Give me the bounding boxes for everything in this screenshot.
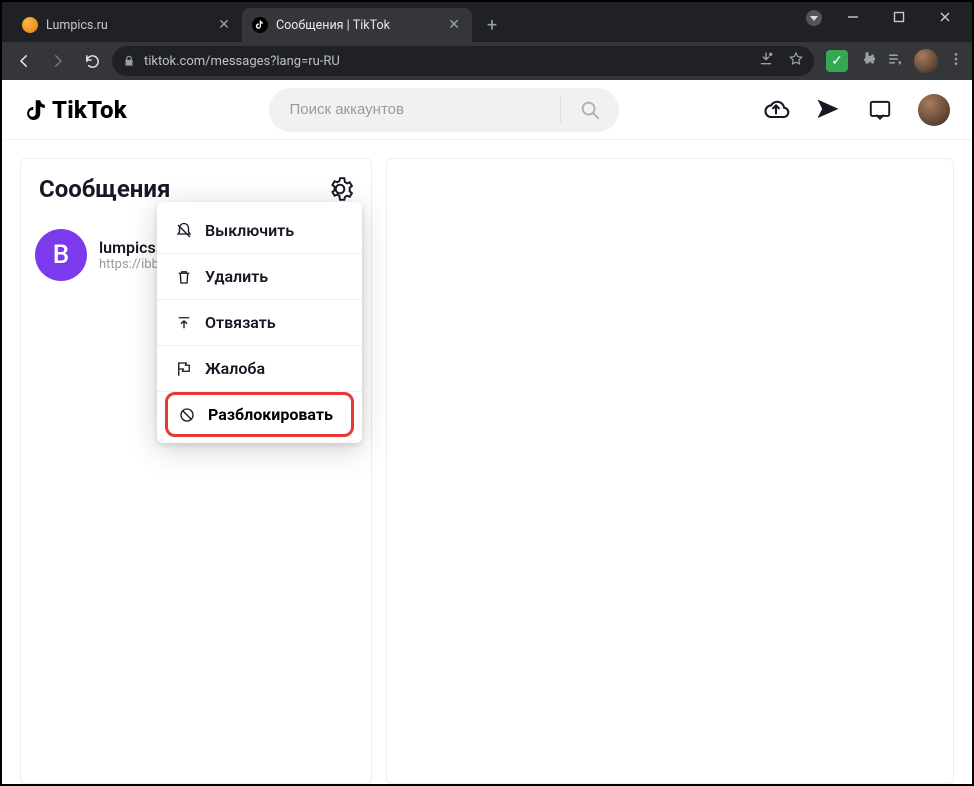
menu-mute[interactable]: Выключить — [157, 208, 362, 254]
menu-unpin-label: Отвязать — [205, 313, 276, 332]
extensions-row: ✓ — [820, 49, 964, 73]
tiktok-header: TikTok — [2, 80, 972, 140]
media-control-icon[interactable] — [886, 50, 904, 72]
conversation-context-menu: Выключить Удалить Отвязать Жалоба Разбло… — [157, 202, 362, 443]
tiktok-logo[interactable]: TikTok — [24, 96, 127, 124]
search-button[interactable] — [567, 88, 613, 132]
lock-icon — [122, 54, 136, 68]
bookmark-star-icon[interactable] — [788, 51, 804, 71]
menu-delete[interactable]: Удалить — [157, 254, 362, 300]
menu-mute-label: Выключить — [205, 221, 294, 240]
menu-report-label: Жалоба — [205, 359, 265, 378]
reload-button[interactable] — [78, 47, 106, 75]
sidebar-title: Сообщения — [39, 175, 170, 203]
settings-gear-icon[interactable] — [327, 176, 353, 202]
address-bar[interactable]: tiktok.com/messages?lang=ru-RU — [112, 46, 814, 76]
browser-tab-lumpics[interactable]: Lumpics.ru ✕ — [12, 8, 242, 42]
profile-avatar-icon[interactable] — [914, 49, 938, 73]
tab-title: Сообщения | TikTok — [276, 18, 438, 33]
menu-delete-label: Удалить — [205, 267, 268, 286]
omnibox-actions — [758, 51, 804, 71]
adblock-extension-icon[interactable]: ✓ — [826, 50, 848, 72]
conversation-avatar: В — [35, 229, 87, 281]
tab-title: Lumpics.ru — [46, 18, 208, 33]
search-box[interactable] — [269, 88, 619, 132]
menu-report[interactable]: Жалоба — [157, 346, 362, 392]
user-avatar[interactable] — [918, 94, 950, 126]
logo-text: TikTok — [52, 96, 127, 124]
menu-unblock-highlight: Разблокировать — [165, 392, 354, 437]
menu-unpin[interactable]: Отвязать — [157, 300, 362, 346]
forward-button[interactable] — [44, 47, 72, 75]
page-content: TikTok Сообщения — [2, 80, 972, 784]
back-button[interactable] — [10, 47, 38, 75]
extensions-puzzle-icon[interactable] — [858, 50, 876, 72]
url-text: tiktok.com/messages?lang=ru-RU — [144, 54, 750, 69]
minimize-button[interactable] — [830, 2, 876, 32]
messages-icon[interactable] — [814, 96, 842, 124]
close-tab-icon[interactable]: ✕ — [216, 17, 232, 33]
search-input[interactable] — [287, 100, 560, 119]
browser-toolbar: tiktok.com/messages?lang=ru-RU ✓ — [2, 42, 972, 80]
header-actions — [762, 94, 950, 126]
lumpics-favicon — [22, 17, 38, 33]
avatar-letter: В — [53, 240, 69, 270]
menu-unblock[interactable]: Разблокировать — [178, 405, 341, 424]
browser-titlebar: Lumpics.ru ✕ Сообщения | TikTok ✕ + — [2, 2, 972, 42]
maximize-button[interactable] — [876, 2, 922, 32]
new-tab-button[interactable]: + — [478, 11, 506, 39]
window-controls — [830, 2, 968, 32]
tiktok-favicon — [252, 17, 268, 33]
close-window-button[interactable] — [922, 2, 968, 32]
menu-unblock-label: Разблокировать — [208, 405, 333, 424]
close-tab-icon[interactable]: ✕ — [446, 17, 462, 33]
conversation-main-panel — [386, 158, 954, 784]
browser-tab-tiktok[interactable]: Сообщения | TikTok ✕ — [242, 8, 472, 42]
install-app-icon[interactable] — [758, 51, 774, 71]
browser-menu-icon[interactable] — [948, 51, 964, 71]
inbox-icon[interactable] — [866, 96, 894, 124]
account-indicator-icon[interactable] — [806, 10, 822, 26]
upload-icon[interactable] — [762, 96, 790, 124]
search-divider — [560, 97, 561, 123]
